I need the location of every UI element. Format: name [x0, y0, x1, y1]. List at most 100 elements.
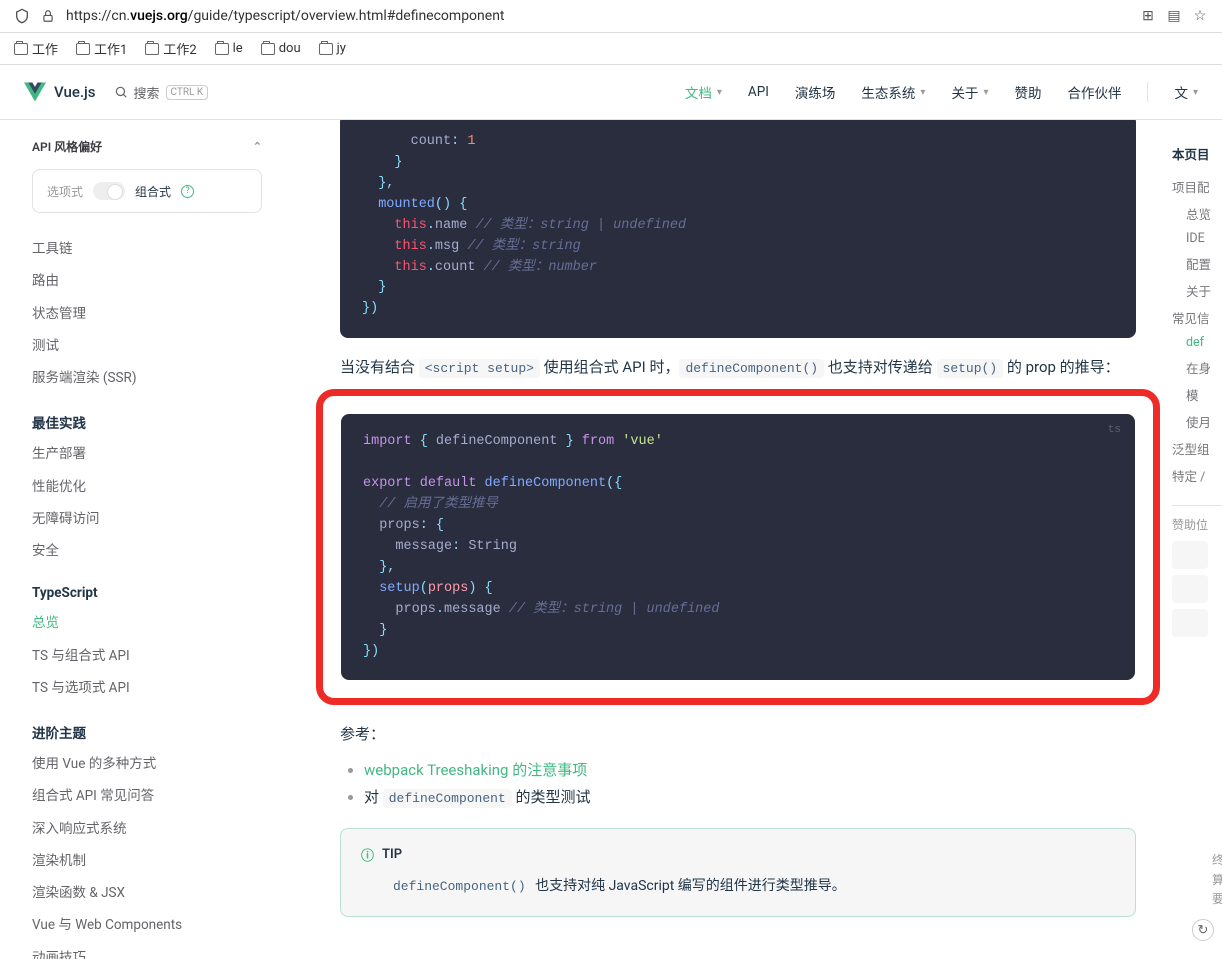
- folder-icon: [145, 43, 159, 55]
- toc-title: 本页目: [1172, 144, 1222, 163]
- qr-icon[interactable]: ⊞: [1140, 8, 1156, 24]
- sidebar-heading: TypeScript: [32, 567, 262, 607]
- sidebar-item[interactable]: 渲染函数 & JSX: [32, 877, 262, 909]
- toc-item[interactable]: 模: [1172, 381, 1222, 408]
- nav-item-5[interactable]: 赞助: [1014, 82, 1041, 102]
- floating-help-icon[interactable]: ↻: [1192, 919, 1214, 941]
- nav-item-3[interactable]: 生态系统: [861, 82, 925, 102]
- code-language-tag: ts: [1108, 422, 1121, 439]
- sidebar-item[interactable]: 渲染机制: [32, 845, 262, 877]
- search-box[interactable]: 搜索 CTRL K: [114, 83, 209, 102]
- code-block-1: count: 1 } }, mounted() { this.name // 类…: [340, 120, 1136, 338]
- bookmark-item[interactable]: jy: [319, 41, 346, 56]
- sponsor-box[interactable]: [1172, 541, 1208, 569]
- sponsor-box[interactable]: [1172, 575, 1208, 603]
- browser-url-bar: https://cn.vuejs.org/guide/typescript/ov…: [0, 0, 1222, 33]
- sidebar-heading: 最佳实践: [32, 394, 262, 438]
- ref-link-treeshaking[interactable]: webpack Treeshaking 的注意事项: [364, 761, 587, 779]
- tip-text: defineComponent() 也支持对纯 JavaScript 编写的组件…: [361, 874, 1115, 899]
- url-text[interactable]: https://cn.vuejs.org/guide/typescript/ov…: [66, 8, 505, 24]
- sidebar-item[interactable]: 状态管理: [32, 298, 262, 330]
- tip-icon: ⓘ: [361, 845, 374, 864]
- vue-logo-icon: [24, 82, 46, 102]
- toc-item[interactable]: def: [1172, 331, 1222, 354]
- info-icon[interactable]: ?: [181, 185, 194, 198]
- inline-code-definecomponent-ref: defineComponent: [383, 789, 512, 808]
- sidebar-item[interactable]: 服务端渲染 (SSR): [32, 362, 262, 394]
- ref-item-1: webpack Treeshaking 的注意事项: [364, 756, 1136, 783]
- toc-item[interactable]: 常见信: [1172, 304, 1222, 331]
- references-list: webpack Treeshaking 的注意事项 对 defineCompon…: [340, 756, 1136, 810]
- sidebar-item[interactable]: 生产部署: [32, 438, 262, 470]
- bookmark-item[interactable]: 工作1: [76, 39, 127, 58]
- bookmark-item[interactable]: 工作2: [145, 39, 196, 58]
- toc-item[interactable]: 使月: [1172, 408, 1222, 435]
- sidebar-item[interactable]: 使用 Vue 的多种方式: [32, 748, 262, 780]
- inline-code-script-setup: <script setup>: [419, 359, 540, 378]
- logo-text: Vue.js: [54, 83, 96, 101]
- toc-item[interactable]: 总览: [1172, 200, 1222, 227]
- sidebar: API 风格偏好 ⌃ 选项式 组合式 ? 工具链路由状态管理测试服务端渲染 (S…: [0, 120, 290, 959]
- tip-label: TIP: [382, 847, 402, 862]
- option-composition-api: 组合式: [135, 183, 171, 200]
- bookmark-item[interactable]: le: [215, 41, 243, 56]
- api-preference-title: API 风格偏好 ⌃: [32, 138, 262, 155]
- nav-item-0[interactable]: 文档: [685, 82, 722, 102]
- folder-icon: [261, 43, 275, 55]
- toggle-switch[interactable]: [93, 182, 125, 200]
- sidebar-item[interactable]: 无障碍访问: [32, 503, 262, 535]
- bookmark-item[interactable]: 工作: [14, 39, 58, 58]
- sidebar-item[interactable]: TS 与选项式 API: [32, 672, 262, 704]
- folder-icon: [76, 43, 90, 55]
- sidebar-item[interactable]: 工具链: [32, 233, 262, 265]
- nav-item-1[interactable]: API: [748, 84, 769, 100]
- table-of-contents: 本页目 项目配总览IDE配置关于常见信def在身模使月泛型组特定 / 赞助位: [1172, 120, 1222, 959]
- chevron-up-icon[interactable]: ⌃: [253, 140, 262, 153]
- shield-icon: [14, 8, 30, 24]
- sidebar-item[interactable]: 测试: [32, 330, 262, 362]
- sidebar-item[interactable]: 安全: [32, 535, 262, 567]
- reader-icon[interactable]: ▤: [1166, 8, 1182, 24]
- folder-icon: [14, 43, 28, 55]
- bookmark-item[interactable]: dou: [261, 41, 301, 56]
- toc-item[interactable]: 项目配: [1172, 173, 1222, 200]
- sponsor-label: 赞助位: [1172, 516, 1222, 533]
- explainer-paragraph: 当没有结合 <script setup> 使用组合式 API 时，defineC…: [340, 354, 1136, 381]
- inline-code-setup: setup(): [937, 359, 1004, 378]
- sidebar-item[interactable]: Vue 与 Web Components: [32, 909, 262, 941]
- sidebar-item[interactable]: 性能优化: [32, 471, 262, 503]
- sidebar-item[interactable]: 总览: [32, 607, 262, 639]
- highlighted-region: tsimport { defineComponent } from 'vue' …: [316, 389, 1160, 705]
- toc-item[interactable]: IDE: [1172, 227, 1222, 250]
- api-preference-toggle[interactable]: 选项式 组合式 ?: [32, 169, 262, 213]
- search-label: 搜索: [134, 83, 160, 102]
- code-block-2: tsimport { defineComponent } from 'vue' …: [341, 414, 1135, 680]
- toc-item[interactable]: 在身: [1172, 354, 1222, 381]
- nav-translate[interactable]: 文: [1174, 82, 1198, 102]
- sidebar-item[interactable]: 组合式 API 常见问答: [32, 780, 262, 812]
- nav-item-2[interactable]: 演练场: [795, 82, 836, 102]
- toc-item[interactable]: 配置: [1172, 250, 1222, 277]
- folder-icon: [215, 43, 229, 55]
- logo[interactable]: Vue.js: [24, 82, 96, 102]
- sponsor-boxes: [1172, 541, 1222, 637]
- nav-item-6[interactable]: 合作伙伴: [1067, 82, 1121, 102]
- main-nav: 文档 API 演练场 生态系统 关于 赞助 合作伙伴 文: [685, 82, 1198, 102]
- ref-item-2: 对 defineComponent 的类型测试: [364, 783, 1136, 810]
- toc-item[interactable]: 关于: [1172, 277, 1222, 304]
- toc-item[interactable]: 特定 /: [1172, 462, 1222, 489]
- sidebar-item[interactable]: 路由: [32, 265, 262, 297]
- sidebar-heading: 进阶主题: [32, 704, 262, 748]
- sidebar-item[interactable]: 深入响应式系统: [32, 813, 262, 845]
- search-icon: [114, 85, 128, 99]
- nav-divider: [1147, 82, 1148, 102]
- sponsor-box[interactable]: [1172, 609, 1208, 637]
- sidebar-item[interactable]: TS 与组合式 API: [32, 640, 262, 672]
- main-content: count: 1 } }, mounted() { this.name // 类…: [290, 120, 1172, 959]
- sidebar-item[interactable]: 动画技巧: [32, 942, 262, 959]
- toc-item[interactable]: 泛型组: [1172, 435, 1222, 462]
- star-icon[interactable]: ☆: [1192, 8, 1208, 24]
- nav-item-4[interactable]: 关于: [951, 82, 988, 102]
- folder-icon: [319, 43, 333, 55]
- lock-icon: [40, 8, 56, 24]
